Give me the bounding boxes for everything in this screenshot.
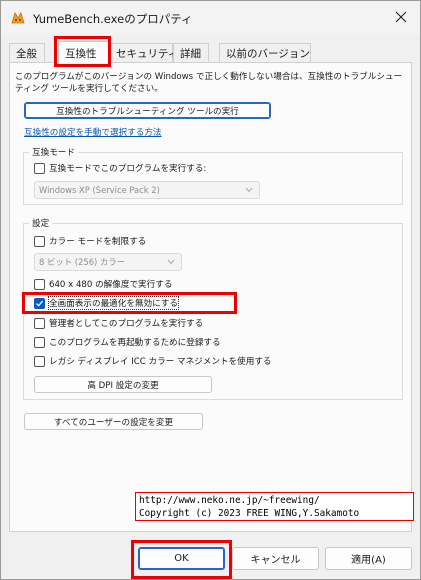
settings-group: [23, 223, 403, 400]
tab-strip: 全般 互換性 セキュリティ 詳細 以前のバージョン: [9, 41, 411, 64]
checkbox-box[interactable]: [34, 336, 45, 348]
compat-mode-group-label: 互換モード: [29, 146, 78, 158]
manual-settings-link[interactable]: 互換性の設定を手動で選択する方法: [24, 126, 162, 138]
properties-window: YumeBench.exeのプロパティ 全般 互換性 セキュリティ 詳細 以前の…: [0, 0, 421, 580]
tab-details[interactable]: 詳細: [173, 43, 209, 63]
compat-mode-label: 互換モードでこのプログラムを実行する:: [49, 164, 207, 174]
app-icon: [10, 10, 26, 26]
color-mode-select[interactable]: 8 ビット (256) カラー: [34, 253, 182, 271]
high-dpi-button[interactable]: 高 DPI 設定の変更: [34, 376, 212, 393]
description-text: このプログラムがこのバージョンの Windows で正しく動作しない場合は、互換…: [15, 72, 403, 94]
close-icon: [395, 11, 407, 23]
chevron-down-icon: [167, 259, 175, 265]
chevron-down-icon: [245, 187, 253, 193]
legacy-icc-label: レガシ ディスプレイ ICC カラー マネジメントを使用する: [49, 357, 272, 367]
apply-button[interactable]: 適用(A): [325, 547, 412, 570]
tab-compatibility[interactable]: 互換性: [58, 41, 109, 64]
close-button[interactable]: [386, 3, 416, 31]
tab-previous-versions[interactable]: 以前のバージョン: [219, 43, 311, 63]
register-restart-checkbox[interactable]: このプログラムを再起動するために登録する: [34, 336, 221, 348]
run-as-admin-checkbox[interactable]: 管理者としてこのプログラムを実行する: [34, 317, 203, 329]
legacy-icc-checkbox[interactable]: レガシ ディスプレイ ICC カラー マネジメントを使用する: [34, 355, 272, 367]
checkmark-icon: [36, 300, 44, 307]
checkbox-box-checked[interactable]: [34, 297, 45, 309]
res-640-label: 640 x 480 の解像度で実行する: [49, 280, 173, 290]
checkbox-box[interactable]: [34, 162, 45, 174]
reduced-color-label: カラー モードを制限する: [49, 237, 147, 247]
checkbox-box[interactable]: [34, 235, 45, 247]
os-select-value: Windows XP (Service Pack 2): [39, 185, 160, 195]
settings-group-label: 設定: [29, 217, 53, 229]
troubleshooter-button[interactable]: 互換性のトラブルシューティング ツールの実行: [24, 102, 271, 119]
checkbox-box[interactable]: [34, 278, 45, 290]
fullscreen-opt-checkbox[interactable]: 全画面表示の最適化を無効にする: [34, 296, 179, 310]
tab-general[interactable]: 全般: [9, 43, 45, 63]
copyright-url: http://www.neko.ne.jp/~freewing/: [139, 495, 320, 506]
title-bar[interactable]: YumeBench.exeのプロパティ: [1, 1, 420, 35]
register-restart-label: このプログラムを再起動するために登録する: [49, 338, 221, 348]
os-select[interactable]: Windows XP (Service Pack 2): [34, 181, 260, 199]
copyright-notice: Copyright (c) 2023 FREE WING,Y.Sakamoto: [139, 508, 360, 519]
cancel-button[interactable]: キャンセル: [232, 547, 319, 570]
reduced-color-checkbox[interactable]: カラー モードを制限する: [34, 235, 146, 247]
checkbox-box[interactable]: [34, 355, 45, 367]
all-users-settings-button[interactable]: すべてのユーザーの設定を変更: [24, 413, 203, 430]
ok-button[interactable]: OK: [138, 547, 225, 570]
window-title: YumeBench.exeのプロパティ: [33, 12, 193, 26]
checkbox-box[interactable]: [34, 317, 45, 329]
compat-mode-checkbox[interactable]: 互換モードでこのプログラムを実行する:: [34, 162, 206, 174]
run-as-admin-label: 管理者としてこのプログラムを実行する: [49, 319, 204, 329]
fullscreen-opt-label: 全画面表示の最適化を無効にする: [48, 296, 179, 310]
color-mode-select-value: 8 ビット (256) カラー: [39, 257, 126, 267]
tab-security[interactable]: セキュリティ: [109, 43, 178, 63]
copyright-overlay: http://www.neko.ne.jp/~freewing/ Copyrig…: [135, 492, 414, 521]
res-640-checkbox[interactable]: 640 x 480 の解像度で実行する: [34, 278, 172, 290]
